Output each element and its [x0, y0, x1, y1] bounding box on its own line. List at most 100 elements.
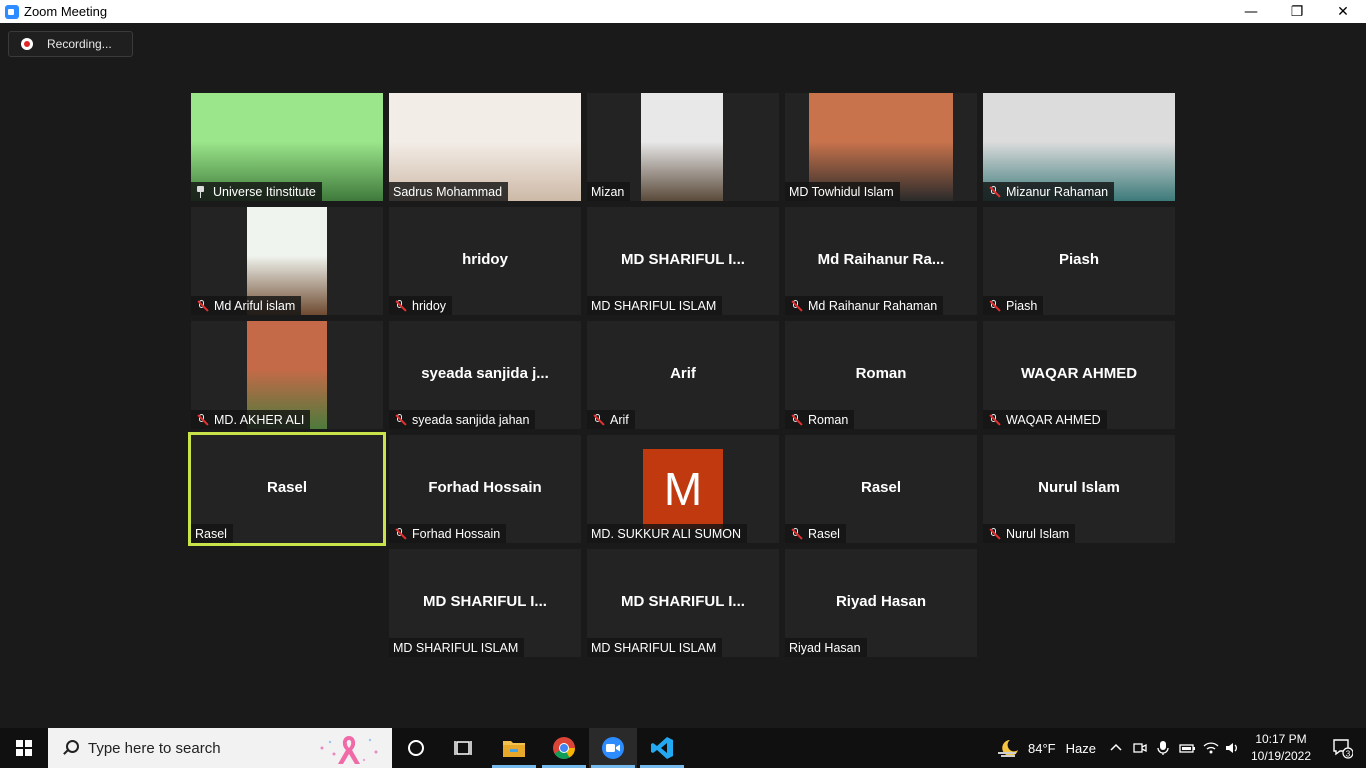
- participant-tile[interactable]: Md Ariful islam: [191, 207, 383, 315]
- participant-display-name: MD SHARIFUL I...: [621, 593, 745, 610]
- participant-name: Sadrus Mohammad: [393, 184, 503, 199]
- microphone-icon[interactable]: [1156, 740, 1170, 756]
- start-button[interactable]: [0, 728, 48, 768]
- participant-tile[interactable]: Riyad Hasan Riyad Hasan: [785, 549, 977, 657]
- participant-name: Nurul Islam: [1006, 526, 1070, 541]
- weather-temp: 84°F: [1028, 740, 1056, 756]
- pin-icon: [195, 185, 207, 198]
- weather-desc: Haze: [1065, 740, 1096, 756]
- chrome-icon[interactable]: [540, 728, 588, 768]
- participant-display-name: Nurul Islam: [1038, 479, 1120, 496]
- muted-mic-icon: [987, 299, 1001, 313]
- pink-ribbon-icon: [320, 736, 378, 764]
- participant-tile[interactable]: hridoy hridoy: [389, 207, 581, 315]
- participant-name-label: Rasel: [785, 524, 846, 543]
- participant-name-label: MD. AKHER ALI: [191, 410, 311, 429]
- participant-name-label: MD SHARIFUL ISLAM: [587, 638, 723, 657]
- participant-display-name: Rasel: [860, 479, 902, 496]
- participant-tile[interactable]: MD Towhidul Islam: [785, 93, 977, 201]
- participant-name-label: Rasel: [191, 524, 233, 543]
- participant-avatar: M: [643, 449, 723, 529]
- notification-center[interactable]: 3: [1322, 728, 1362, 768]
- clock-time: 10:17 PM: [1255, 732, 1307, 746]
- participant-tile[interactable]: Universe Itinstitute: [191, 93, 383, 201]
- participant-tile[interactable]: Piash Piash: [983, 207, 1175, 315]
- participant-name-label: Md Ariful islam: [191, 296, 302, 315]
- participant-tile[interactable]: Rasel Rasel: [785, 435, 977, 543]
- participant-name-label: Md Raihanur Rahaman: [785, 296, 944, 315]
- meet-now-icon[interactable]: [1132, 740, 1148, 756]
- recording-label: Recording...: [47, 37, 112, 51]
- muted-mic-icon: [195, 299, 209, 313]
- participant-name: Md Ariful islam: [214, 298, 296, 313]
- participant-name-label: Mizanur Rahaman: [983, 182, 1115, 201]
- file-explorer-icon[interactable]: [490, 728, 538, 768]
- muted-mic-icon: [789, 299, 803, 313]
- participant-tile[interactable]: Roman Roman: [785, 321, 977, 429]
- system-tray: [1108, 728, 1242, 768]
- participant-name: hridoy: [412, 298, 447, 313]
- participant-display-name: WAQAR AHMED: [1020, 365, 1138, 382]
- volume-icon[interactable]: [1224, 740, 1242, 756]
- zoom-icon[interactable]: [589, 728, 637, 768]
- participant-tile[interactable]: Sadrus Mohammad: [389, 93, 581, 201]
- search-placeholder: Type here to search: [88, 739, 221, 757]
- muted-mic-icon: [987, 185, 1001, 199]
- task-view-icon[interactable]: [440, 728, 488, 768]
- participant-tile[interactable]: Nurul Islam Nurul Islam: [983, 435, 1175, 543]
- participant-tile[interactable]: Mizanur Rahaman: [983, 93, 1175, 201]
- participant-tile[interactable]: MD SHARIFUL I... MD SHARIFUL ISLAM: [587, 207, 779, 315]
- window-title: Zoom Meeting: [24, 4, 108, 19]
- participant-tile[interactable]: Forhad Hossain Forhad Hossain: [389, 435, 581, 543]
- weather-widget[interactable]: 84°F Haze: [996, 728, 1096, 768]
- participant-tile[interactable]: MD SHARIFUL I... MD SHARIFUL ISLAM: [587, 549, 779, 657]
- taskbar-clock[interactable]: 10:17 PM 10/19/2022: [1246, 731, 1316, 765]
- muted-mic-icon: [195, 413, 209, 427]
- restore-button[interactable]: ❐: [1274, 0, 1320, 23]
- close-button[interactable]: ✕: [1320, 0, 1366, 23]
- participant-tile[interactable]: syeada sanjida j... syeada sanjida jahan: [389, 321, 581, 429]
- participant-tile[interactable]: M MD. SUKKUR ALI SUMON: [587, 435, 779, 543]
- muted-mic-icon: [393, 527, 407, 541]
- participant-name: Rasel: [195, 526, 227, 541]
- participant-name-label: MD Towhidul Islam: [785, 182, 900, 201]
- participant-display-name: MD SHARIFUL I...: [423, 593, 547, 610]
- participant-display-name: Md Raihanur Ra...: [817, 251, 945, 268]
- search-icon: [62, 740, 79, 756]
- muted-mic-icon: [987, 413, 1001, 427]
- title-bar: Zoom Meeting — ❐ ✕: [0, 0, 1366, 23]
- cortana-icon[interactable]: [392, 728, 440, 768]
- participant-name-label: MD SHARIFUL ISLAM: [587, 296, 723, 315]
- zoom-app-icon: [5, 4, 19, 19]
- participant-video: [641, 93, 723, 201]
- participant-name: MD SHARIFUL ISLAM: [591, 298, 717, 313]
- participant-tile[interactable]: Rasel Rasel: [188, 432, 386, 546]
- participant-display-name: Rasel: [266, 479, 308, 496]
- participant-name-label: Sadrus Mohammad: [389, 182, 509, 201]
- participant-name-label: hridoy: [389, 296, 453, 315]
- participant-tile[interactable]: Mizan: [587, 93, 779, 201]
- participant-display-name: hridoy: [462, 251, 508, 268]
- participant-name: WAQAR AHMED: [1006, 412, 1101, 427]
- minimize-button[interactable]: —: [1228, 0, 1274, 23]
- participant-tile[interactable]: WAQAR AHMED WAQAR AHMED: [983, 321, 1175, 429]
- vscode-icon[interactable]: [638, 728, 686, 768]
- taskbar-search[interactable]: Type here to search: [48, 728, 392, 768]
- battery-icon[interactable]: [1178, 740, 1196, 756]
- participant-name-label: MD. SUKKUR ALI SUMON: [587, 524, 748, 543]
- participant-name: Md Raihanur Rahaman: [808, 298, 938, 313]
- windows-icon: [16, 740, 32, 756]
- participant-tile[interactable]: Arif Arif: [587, 321, 779, 429]
- participant-tile[interactable]: MD SHARIFUL I... MD SHARIFUL ISLAM: [389, 549, 581, 657]
- chevron-up-icon[interactable]: [1108, 740, 1124, 756]
- participant-name: Piash: [1006, 298, 1038, 313]
- participant-display-name: Roman: [855, 365, 907, 382]
- participant-tile[interactable]: Md Raihanur Ra... Md Raihanur Rahaman: [785, 207, 977, 315]
- wifi-icon[interactable]: [1202, 740, 1220, 756]
- participant-name: MD Towhidul Islam: [789, 184, 894, 199]
- participant-name: MD. AKHER ALI: [214, 412, 305, 427]
- participant-name: Arif: [610, 412, 629, 427]
- recording-indicator[interactable]: Recording...: [8, 31, 133, 57]
- window-controls: — ❐ ✕: [1228, 0, 1366, 23]
- participant-tile[interactable]: MD. AKHER ALI: [191, 321, 383, 429]
